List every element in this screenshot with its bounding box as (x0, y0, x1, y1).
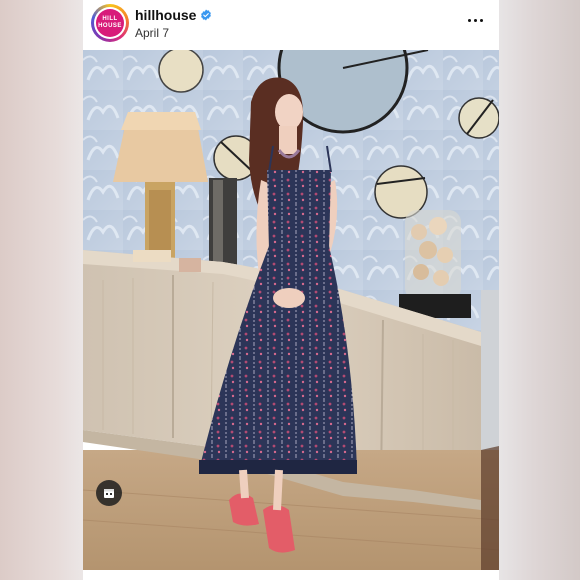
username-row: hillhouse (135, 7, 212, 23)
verified-badge-icon (201, 9, 212, 21)
post-date: April 7 (135, 26, 170, 40)
username[interactable]: hillhouse (135, 7, 196, 23)
more-options-icon[interactable] (465, 10, 485, 30)
user-tag-icon[interactable] (96, 480, 122, 506)
post-header: HILL HOUSE hillhouse April 7 (83, 0, 499, 50)
instagram-post-card: HILL HOUSE hillhouse April 7 (83, 0, 499, 580)
calendar-icon (104, 489, 114, 498)
avatar[interactable]: HILL HOUSE (91, 4, 129, 42)
post-photo[interactable] (83, 50, 499, 570)
brand-logo: HILL HOUSE (96, 9, 124, 37)
